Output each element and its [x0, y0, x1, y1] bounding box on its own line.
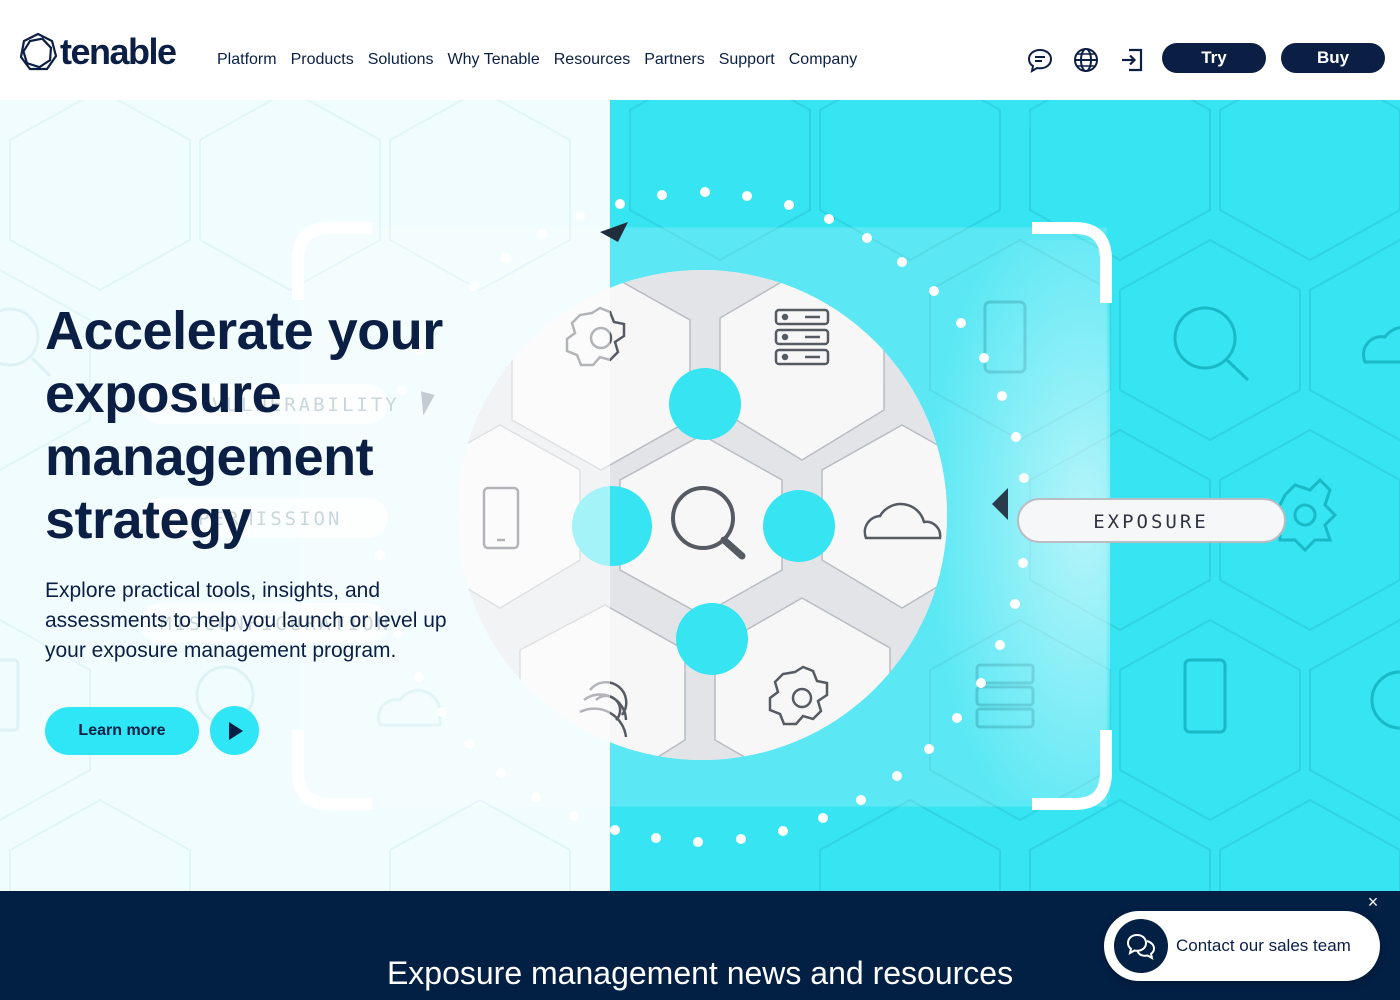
chat-avatar: [1114, 919, 1168, 973]
nav-support[interactable]: Support: [712, 48, 782, 72]
nav-resources[interactable]: Resources: [547, 48, 637, 72]
chat-bubbles-icon: [1126, 933, 1156, 960]
tenable-wordmark: tenable: [60, 31, 177, 72]
header-utility-icons: [1026, 46, 1146, 74]
chat-icon[interactable]: [1026, 46, 1054, 74]
site-header: tenable Platform Products Solutions Why …: [0, 0, 1400, 100]
exposure-label: EXPOSURE: [1093, 511, 1209, 533]
hero-ctas: Learn more: [45, 706, 259, 755]
try-button[interactable]: Try: [1162, 43, 1266, 73]
nav-platform[interactable]: Platform: [210, 48, 284, 72]
hero-title: Accelerate your exposure management stra…: [45, 301, 443, 550]
nav-company[interactable]: Company: [782, 48, 864, 72]
globe-icon[interactable]: [1072, 46, 1100, 74]
play-video-button[interactable]: [210, 706, 259, 755]
hero-subtitle: Explore practical tools, insights, and a…: [45, 579, 447, 662]
tenable-logo[interactable]: tenable: [18, 31, 177, 72]
contact-sales-chat[interactable]: Contact our sales team: [1104, 911, 1380, 981]
tenable-logo-icon: [19, 32, 58, 71]
nav-partners[interactable]: Partners: [637, 48, 711, 72]
buy-button[interactable]: Buy: [1281, 43, 1385, 73]
nav-solutions[interactable]: Solutions: [361, 48, 441, 72]
hero-copy: Accelerate your exposure management stra…: [45, 300, 515, 666]
main-nav: Platform Products Solutions Why Tenable …: [210, 48, 864, 72]
learn-more-button[interactable]: Learn more: [45, 706, 199, 755]
nav-products[interactable]: Products: [284, 48, 361, 72]
chat-close-button[interactable]: ×: [1364, 893, 1382, 911]
login-icon[interactable]: [1118, 46, 1146, 74]
nav-why-tenable[interactable]: Why Tenable: [441, 48, 547, 72]
hero-section: VULNERABILITY PERMISSION MISCONFIGURATIO…: [0, 100, 1400, 891]
play-icon: [228, 721, 243, 740]
chat-label: Contact our sales team: [1176, 936, 1351, 955]
